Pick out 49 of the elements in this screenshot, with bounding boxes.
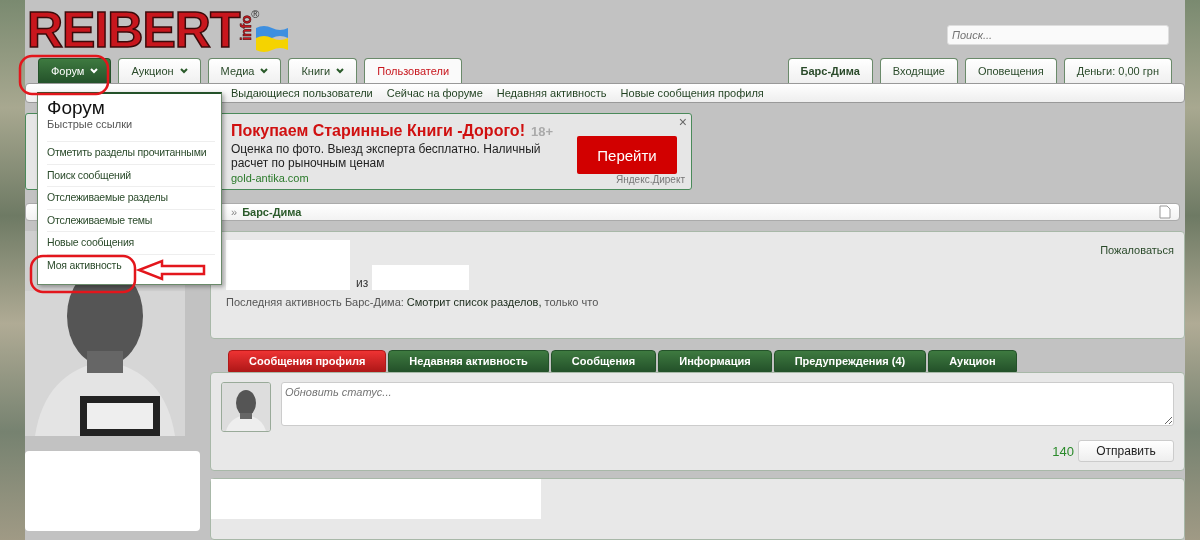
report-link[interactable]: Пожаловаться xyxy=(1100,244,1174,256)
arrow-drawing xyxy=(135,259,206,281)
nav-tab[interactable]: Книги xyxy=(288,58,358,84)
ad-domain-link[interactable]: gold-antika.com xyxy=(231,172,571,185)
menu-item[interactable]: Отслеживаемые темы xyxy=(47,208,215,231)
user-tab[interactable]: Входящие xyxy=(879,58,958,84)
document-icon[interactable] xyxy=(1159,205,1171,220)
ad-description: Оценка по фото. Выезд эксперта бесплатно. Наличный расчет по рыночным ценам xyxy=(231,142,542,171)
go-button[interactable]: Перейти xyxy=(577,136,677,175)
subnav-link[interactable]: Сейчас на форуме xyxy=(386,87,483,100)
menu-item[interactable]: Моя активность xyxy=(47,253,215,276)
nav-tab[interactable]: Аукцион xyxy=(118,58,201,84)
profile-tab[interactable]: Недавняя активность xyxy=(388,350,549,372)
from-label: из xyxy=(356,276,369,290)
activity-link[interactable]: Смотрит список разделов, xyxy=(406,296,542,308)
subnav-link[interactable]: Недавняя активность xyxy=(496,87,607,100)
profile-tab[interactable]: Сообщения xyxy=(550,350,657,372)
activity-label: Последняя активность Барс-Дима: xyxy=(226,296,404,308)
menu-title: Форум xyxy=(47,98,106,118)
status-field[interactable]: Обновить статус... xyxy=(281,382,1174,426)
profile-tab[interactable]: Информация xyxy=(658,350,772,372)
profile-tab[interactable]: Сообщения профиля xyxy=(228,350,387,372)
menu-item[interactable]: Новые сообщения xyxy=(47,231,215,254)
close-button[interactable]: × xyxy=(678,116,687,129)
breadcrumb-separator: » xyxy=(231,206,238,219)
breadcrumb-link[interactable]: Барс-Дима xyxy=(242,206,302,219)
subnav-link[interactable]: Новые сообщения профиля xyxy=(620,87,764,100)
character-counter: 140 xyxy=(1052,443,1074,459)
ad-source-label: Яндекс.Директ xyxy=(616,174,685,186)
activity-time: только что xyxy=(544,296,599,308)
menu-item[interactable]: Отслеживаемые разделы xyxy=(47,186,215,209)
ad-title-link[interactable]: Покупаем Старинные Книги -Дорого! xyxy=(231,122,525,141)
user-tab[interactable]: Оповещения xyxy=(965,58,1057,84)
flag-icon xyxy=(255,24,290,52)
subnav-link[interactable]: Выдающиеся пользователи xyxy=(231,87,373,100)
registered-mark: ® xyxy=(251,8,260,20)
search-field[interactable]: Поиск... xyxy=(947,25,1169,45)
menu-item[interactable]: Отметить разделы прочитанными xyxy=(47,141,215,164)
account-tab[interactable]: Барс-Дима xyxy=(787,58,873,84)
nav-tab[interactable]: Форум xyxy=(38,58,112,84)
nav-tab[interactable]: Медиа xyxy=(207,58,282,84)
age-label: 18+ xyxy=(530,124,553,140)
menu-item[interactable]: Поиск сообщений xyxy=(47,163,215,186)
menu-subtitle: Быстрые ссылки xyxy=(47,118,134,130)
profile-tab[interactable]: Аукцион xyxy=(928,350,1017,372)
profile-tab[interactable]: Предупреждения (4) xyxy=(773,350,927,372)
nav-tab[interactable]: Пользователи xyxy=(364,58,463,84)
user-tab[interactable]: Деньги: 0,00 грн xyxy=(1063,58,1172,84)
send-button[interactable]: Отправить xyxy=(1078,440,1174,462)
